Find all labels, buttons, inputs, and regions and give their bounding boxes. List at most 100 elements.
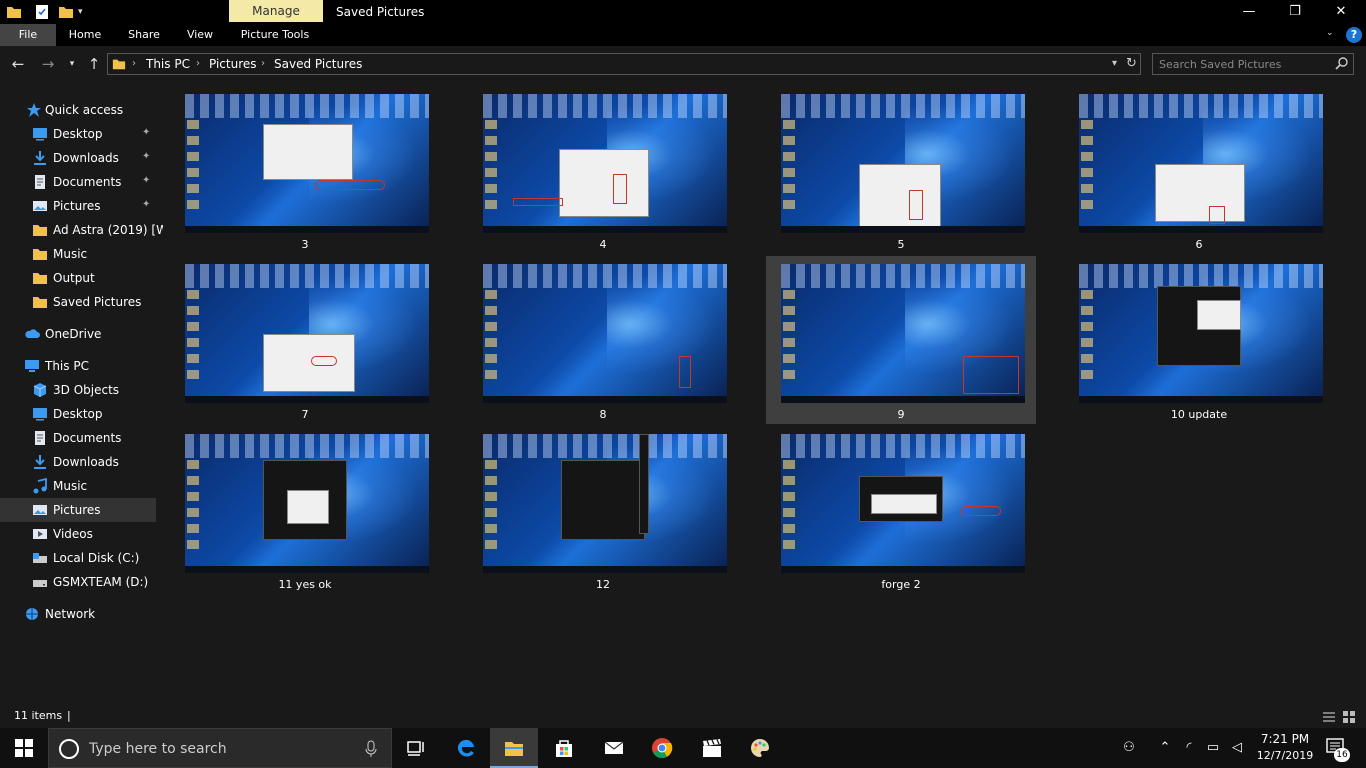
tab-file[interactable]: File (0, 24, 56, 46)
pin-icon[interactable]: ✦ (142, 175, 150, 186)
image-thumbnail[interactable] (185, 264, 429, 403)
up-arrow-icon[interactable]: ↑ (84, 53, 104, 75)
image-thumbnail[interactable] (781, 94, 1025, 233)
file-tile[interactable]: 10 update (1064, 256, 1334, 424)
large-icons-view-icon[interactable] (1342, 710, 1356, 724)
start-button[interactable] (0, 728, 48, 768)
chevron-down-icon[interactable]: ▾ (78, 4, 86, 20)
taskbar-app-edge[interactable] (442, 728, 490, 768)
recent-locations-icon[interactable]: ▾ (62, 53, 82, 75)
chevron-right-icon[interactable]: › (261, 54, 265, 74)
close-button[interactable]: ✕ (1318, 0, 1364, 24)
back-arrow-icon[interactable]: ← (8, 53, 28, 75)
forward-arrow-icon[interactable]: → (38, 53, 58, 75)
search-icon[interactable] (1335, 56, 1349, 72)
address-bar[interactable]: › This PC › Pictures › Saved Pictures ▾ … (107, 53, 1141, 75)
battery-icon[interactable]: ▭ (1204, 738, 1222, 758)
folder-icon[interactable] (6, 4, 22, 20)
sidebar-item-pc-music[interactable]: Music (0, 474, 156, 498)
chevron-up-icon[interactable]: ⌃ (1156, 738, 1174, 758)
taskbar-search-input[interactable] (89, 739, 349, 759)
image-thumbnail[interactable] (781, 434, 1025, 573)
search-box[interactable] (1152, 53, 1354, 75)
tab-picture-tools[interactable]: Picture Tools (234, 24, 316, 46)
image-thumbnail[interactable] (781, 264, 1025, 403)
sidebar-item-network[interactable]: Network (0, 602, 156, 626)
sidebar-item-onedrive[interactable]: OneDrive (0, 322, 156, 346)
details-view-icon[interactable] (1322, 710, 1336, 724)
taskbar-app-chrome[interactable] (638, 728, 686, 768)
minimize-button[interactable]: — (1226, 0, 1272, 24)
pin-icon[interactable]: ✦ (142, 199, 150, 210)
task-view-button[interactable] (392, 728, 440, 768)
refresh-icon[interactable]: ↻ (1126, 54, 1137, 74)
file-tile[interactable]: 4 (468, 86, 738, 254)
image-thumbnail[interactable] (483, 434, 727, 573)
file-tile[interactable]: 3 (170, 86, 440, 254)
sidebar-item-quick-access[interactable]: Quick access (0, 98, 156, 122)
taskbar-app-paint[interactable] (736, 728, 784, 768)
sidebar-item-this-pc[interactable]: This PC (0, 354, 156, 378)
sidebar-item-pc-videos[interactable]: Videos (0, 522, 156, 546)
chevron-right-icon[interactable]: › (132, 54, 136, 74)
sidebar-item-pc-3d-objects[interactable]: 3D Objects (0, 378, 156, 402)
sidebar-item-quick-ad-astra-2019-we[interactable]: Ad Astra (2019) [WE (0, 218, 163, 242)
file-tile[interactable]: 11 yes ok (170, 426, 440, 594)
sidebar-item-pc-local-disk-c[interactable]: Local Disk (C:) (0, 546, 156, 570)
taskbar-app-mail[interactable] (590, 728, 638, 768)
sidebar-item-pc-documents[interactable]: Documents (0, 426, 156, 450)
tab-home[interactable]: Home (60, 24, 110, 46)
sidebar-item-pc-downloads[interactable]: Downloads (0, 450, 156, 474)
expand-ribbon-icon[interactable]: ⌄ (1326, 28, 1334, 38)
tab-manage[interactable]: Manage (229, 0, 323, 22)
chevron-down-icon[interactable]: ▾ (1112, 54, 1117, 74)
file-tile[interactable]: 5 (766, 86, 1036, 254)
sidebar-item-quick-documents[interactable]: Documents ✦ (0, 170, 156, 194)
sidebar-item-quick-pictures[interactable]: Pictures ✦ (0, 194, 156, 218)
image-thumbnail[interactable] (185, 94, 429, 233)
maximize-button[interactable]: ❐ (1272, 0, 1318, 24)
pin-icon[interactable]: ✦ (142, 127, 150, 138)
taskbar-app-video-editor[interactable] (688, 728, 736, 768)
people-icon[interactable]: ⚇ (1120, 738, 1138, 758)
sidebar-item-quick-music[interactable]: Music (0, 242, 156, 266)
sidebar-item-pc-desktop[interactable]: Desktop (0, 402, 156, 426)
tab-view[interactable]: View (178, 24, 222, 46)
breadcrumb-pictures[interactable]: Pictures (209, 54, 257, 74)
wifi-icon[interactable]: ◜ (1180, 738, 1198, 758)
sidebar-item-quick-desktop[interactable]: Desktop ✦ (0, 122, 156, 146)
image-thumbnail[interactable] (1079, 264, 1323, 403)
sidebar-item-pc-gsmxteam-d[interactable]: GSMXTEAM (D:) (0, 570, 156, 594)
file-tile[interactable]: 6 (1064, 86, 1334, 254)
file-tile[interactable]: forge 2 (766, 426, 1036, 594)
file-tile[interactable]: 8 (468, 256, 738, 424)
search-input[interactable] (1159, 56, 1329, 72)
file-tile[interactable]: 12 (468, 426, 738, 594)
sidebar-item-quick-downloads[interactable]: Downloads ✦ (0, 146, 156, 170)
folder-icon (33, 249, 47, 260)
sidebar-item-pc-pictures[interactable]: Pictures (0, 498, 156, 522)
microphone-icon[interactable] (365, 740, 377, 758)
image-thumbnail[interactable] (1079, 94, 1323, 233)
image-thumbnail[interactable] (483, 264, 727, 403)
file-tile[interactable]: 9 (766, 256, 1036, 424)
pin-icon[interactable]: ✦ (142, 151, 150, 162)
help-icon[interactable]: ? (1346, 27, 1362, 43)
taskbar-app-file-explorer[interactable] (490, 728, 538, 768)
properties-icon[interactable] (34, 4, 50, 20)
taskbar-search[interactable] (48, 728, 392, 768)
tab-share[interactable]: Share (120, 24, 168, 46)
sidebar-item-quick-saved-pictures[interactable]: Saved Pictures (0, 290, 156, 314)
file-tile[interactable]: 7 (170, 256, 440, 424)
chevron-right-icon[interactable]: › (196, 54, 200, 74)
volume-icon[interactable]: ◁ (1228, 738, 1246, 758)
image-thumbnail[interactable] (483, 94, 727, 233)
system-clock[interactable]: 7:21 PM 12/7/2019 (1252, 731, 1318, 764)
sidebar-item-quick-output[interactable]: Output (0, 266, 156, 290)
new-folder-icon[interactable] (58, 4, 74, 20)
image-thumbnail[interactable] (185, 434, 429, 573)
taskbar-app-store[interactable] (540, 728, 588, 768)
breadcrumb-this-pc[interactable]: This PC (146, 54, 190, 74)
breadcrumb-saved-pictures[interactable]: Saved Pictures (274, 54, 362, 74)
desktop-icons-column (1081, 120, 1093, 215)
